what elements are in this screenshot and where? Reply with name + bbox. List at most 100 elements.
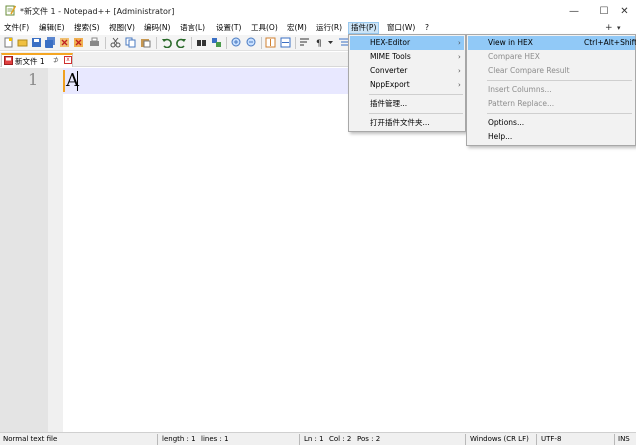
- close-all-icon[interactable]: [73, 37, 84, 48]
- word-wrap-icon[interactable]: [299, 37, 310, 48]
- menu-item-label: NppExport: [370, 80, 410, 89]
- undo-icon[interactable]: [161, 37, 172, 48]
- new-icon[interactable]: [3, 37, 14, 48]
- menu-plugins[interactable]: 插件(P): [348, 22, 380, 34]
- menu-search[interactable]: 搜索(S): [72, 22, 102, 34]
- status-col: Col : 2: [329, 435, 352, 443]
- close-window-button[interactable]: ✕: [613, 2, 636, 20]
- menu-item-label: Clear Compare Result: [488, 66, 570, 75]
- menu-item-hex-editor[interactable]: HEX-Editor ›: [350, 36, 464, 50]
- new-tab-plus-icon[interactable]: +: [605, 22, 613, 34]
- submenu-arrow-icon: ›: [458, 67, 461, 75]
- submenu-arrow-icon: ›: [458, 39, 461, 47]
- menu-item-nppexport[interactable]: NppExport ›: [350, 78, 464, 92]
- dropdown-arrow-icon[interactable]: [327, 37, 334, 48]
- menu-item-label: Pattern Replace...: [488, 99, 555, 108]
- status-lines: lines : 1: [201, 435, 229, 443]
- menu-item-label: 打开插件文件夹...: [370, 118, 430, 127]
- menu-item-compare-hex: Compare HEX: [468, 50, 635, 64]
- notepad-window: *新文件 1 - Notepad++ [Administrator] — ☐ ✕…: [0, 0, 636, 445]
- menu-item-open-plugins-folder[interactable]: 打开插件文件夹...: [350, 116, 464, 130]
- line-number: 1: [28, 70, 39, 89]
- tab-new-file-1[interactable]: 新文件 1 ⊅ x: [1, 53, 73, 67]
- submenu-arrow-icon: ›: [458, 53, 461, 61]
- sync-horizontal-icon[interactable]: [280, 37, 291, 48]
- menu-help[interactable]: ?: [423, 22, 431, 34]
- cut-icon[interactable]: [110, 37, 121, 48]
- menu-language[interactable]: 语言(L): [178, 22, 207, 34]
- change-marker: [63, 70, 65, 92]
- menu-item-converter[interactable]: Converter ›: [350, 64, 464, 78]
- status-separator: [157, 434, 158, 445]
- minimize-icon: —: [569, 5, 579, 17]
- paste-icon[interactable]: [140, 37, 151, 48]
- title-bar: *新文件 1 - Notepad++ [Administrator] — ☐ ✕: [0, 0, 636, 22]
- menu-item-label: Help...: [488, 132, 513, 141]
- menu-settings[interactable]: 设置(T): [214, 22, 243, 34]
- menu-run[interactable]: 运行(R): [314, 22, 344, 34]
- menu-separator: [369, 113, 463, 114]
- text-caret: [77, 71, 78, 91]
- status-encoding[interactable]: UTF-8: [541, 434, 561, 445]
- status-separator: [614, 434, 615, 445]
- close-file-icon[interactable]: [59, 37, 70, 48]
- menu-item-label: MIME Tools: [370, 52, 411, 61]
- status-eol[interactable]: Windows (CR LF): [470, 434, 529, 445]
- menu-edit[interactable]: 编辑(E): [37, 22, 67, 34]
- menu-encoding[interactable]: 编码(N): [142, 22, 172, 34]
- status-bar: Normal text file length : 1 lines : 1 Ln…: [0, 432, 636, 445]
- notepad-app-icon: [5, 5, 16, 16]
- menu-item-mime-tools[interactable]: MIME Tools ›: [350, 50, 464, 64]
- menu-item-options[interactable]: Options...: [468, 116, 635, 130]
- menu-item-label: Insert Columns...: [488, 85, 552, 94]
- zoom-in-icon[interactable]: [231, 37, 242, 48]
- menu-item-plugin-admin[interactable]: 插件管理...: [350, 97, 464, 111]
- print-icon[interactable]: [89, 37, 100, 48]
- menu-tools[interactable]: 工具(O): [249, 22, 280, 34]
- menu-item-label: Options...: [488, 118, 525, 127]
- window-title: *新文件 1 - Notepad++ [Administrator]: [20, 7, 175, 16]
- menu-item-shortcut: Ctrl+Alt+Shift+H: [584, 38, 636, 47]
- toolbar-separator: [295, 37, 296, 49]
- status-separator: [465, 434, 466, 445]
- menu-item-view-in-hex[interactable]: View in HEX Ctrl+Alt+Shift+H: [468, 36, 636, 50]
- menu-window[interactable]: 窗口(W): [385, 22, 417, 34]
- menu-item-label: Converter: [370, 66, 408, 75]
- menu-item-help[interactable]: Help...: [468, 130, 635, 144]
- status-insert-mode[interactable]: INS: [618, 434, 630, 445]
- maximize-icon: ☐: [599, 5, 609, 17]
- find-icon[interactable]: [196, 37, 207, 48]
- show-all-chars-icon[interactable]: ¶: [314, 37, 325, 48]
- menu-item-clear-compare-result: Clear Compare Result: [468, 64, 635, 78]
- tab-list-arrow-icon[interactable]: ▾: [617, 22, 621, 34]
- save-all-icon[interactable]: [45, 37, 56, 48]
- status-pos: Pos : 2: [357, 435, 381, 443]
- submenu-arrow-icon: ›: [458, 81, 461, 89]
- toolbar-separator: [226, 37, 227, 49]
- menu-view[interactable]: 视图(V): [107, 22, 137, 34]
- menu-separator: [369, 94, 463, 95]
- toolbar-separator: [105, 37, 106, 49]
- open-icon[interactable]: [17, 37, 28, 48]
- toolbar-separator: [156, 37, 157, 49]
- tab-label: 新文件 1: [15, 57, 45, 66]
- menu-item-pattern-replace: Pattern Replace...: [468, 97, 635, 111]
- save-icon[interactable]: [31, 37, 42, 48]
- menu-separator: [487, 80, 632, 81]
- toolbar-separator: [261, 37, 262, 49]
- sync-vertical-icon[interactable]: [265, 37, 276, 48]
- copy-icon[interactable]: [125, 37, 136, 48]
- close-icon: ✕: [620, 5, 629, 17]
- menu-macro[interactable]: 宏(M): [285, 22, 309, 34]
- menu-bar: 文件(F) 编辑(E) 搜索(S) 视图(V) 编码(N) 语言(L) 设置(T…: [0, 22, 636, 34]
- tab-close-icon[interactable]: x: [64, 56, 72, 64]
- hex-editor-submenu: View in HEX Ctrl+Alt+Shift+H Compare HEX…: [466, 34, 636, 146]
- replace-icon[interactable]: [211, 37, 222, 48]
- zoom-out-icon[interactable]: [246, 37, 257, 48]
- status-separator: [299, 434, 300, 445]
- menu-file[interactable]: 文件(F): [2, 22, 31, 34]
- pin-icon[interactable]: ⊅: [53, 56, 59, 64]
- redo-icon[interactable]: [176, 37, 187, 48]
- plugins-menu: HEX-Editor › MIME Tools › Converter › Np…: [348, 34, 466, 132]
- toolbar-separator: [191, 37, 192, 49]
